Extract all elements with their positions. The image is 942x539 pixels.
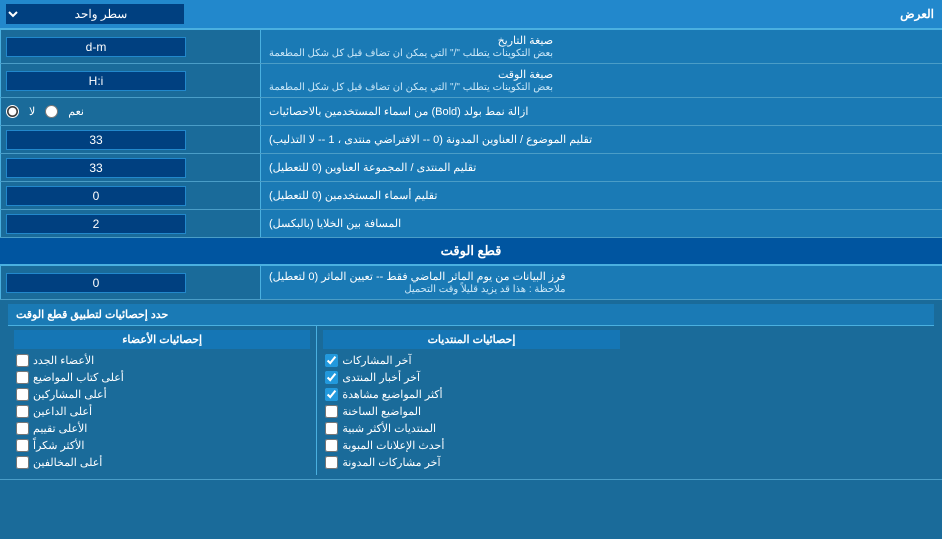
display-mode-select[interactable]: سطر واحد سطران ثلاثة أسطر xyxy=(5,3,185,25)
page-title: العرض xyxy=(260,3,942,25)
checkbox-label: أحدث الإعلانات المبوبة xyxy=(342,439,444,452)
radio-yes-label: نعم xyxy=(68,105,84,118)
checkbox-label: المواضيع الساخنة xyxy=(342,405,421,418)
checkbox-label: آخر المشاركات xyxy=(342,354,411,367)
checkbox-akhir-mosharkaat[interactable] xyxy=(325,354,338,367)
radio-no-label: لا xyxy=(29,105,35,118)
cut-time-days-input[interactable] xyxy=(6,273,186,293)
time-format-input-area xyxy=(0,64,260,97)
checkbox-a3la-taqyeem[interactable] xyxy=(16,422,29,435)
checkbox-label: أعلى المشاركين xyxy=(33,388,107,401)
checkbox-item: المنتديات الأكثر شبية xyxy=(323,420,619,437)
topic-titles-row: تقليم الموضوع / العناوين المدونة (0 -- ا… xyxy=(0,126,942,154)
checkbox-a3la-mosharkeen[interactable] xyxy=(16,388,29,401)
time-format-label: صيغة الوقت بعض التكوينات يتطلب "/" التي … xyxy=(260,64,942,97)
checkboxes-grid: إحصائيات المنتديات آخر المشاركات آخر أخب… xyxy=(8,326,934,475)
header-row: العرض سطر واحد سطران ثلاثة أسطر xyxy=(0,0,942,30)
main-container: العرض سطر واحد سطران ثلاثة أسطر صيغة الت… xyxy=(0,0,942,480)
time-format-row: صيغة الوقت بعض التكوينات يتطلب "/" التي … xyxy=(0,64,942,98)
bold-remove-radio-group: نعم لا xyxy=(6,105,84,118)
date-format-input[interactable] xyxy=(6,37,186,57)
checkbox-akhir-akhbar[interactable] xyxy=(325,371,338,384)
checkbox-item: أعلى كتاب المواضيع xyxy=(14,369,310,386)
checkbox-a3la-da3een[interactable] xyxy=(16,405,29,418)
checkbox-akthar-mawadee3[interactable] xyxy=(325,388,338,401)
checkboxes-col3-header: إحصائيات الأعضاء xyxy=(14,330,310,349)
checkbox-item: آخر المشاركات xyxy=(323,352,619,369)
time-format-input[interactable] xyxy=(6,71,186,91)
checkbox-label: المنتديات الأكثر شبية xyxy=(342,422,436,435)
cell-spacing-input[interactable] xyxy=(6,214,186,234)
header-input-area: سطر واحد سطران ثلاثة أسطر xyxy=(0,0,260,28)
checkbox-a3la-mokhalifeen[interactable] xyxy=(16,456,29,469)
forum-titles-input[interactable] xyxy=(6,158,186,178)
checkbox-label: أكثر المواضيع مشاهدة xyxy=(342,388,442,401)
cut-time-days-input-area xyxy=(0,266,260,299)
checkbox-label: الأعلى تقييم xyxy=(33,422,87,435)
checkbox-ahdath-i3lanat[interactable] xyxy=(325,439,338,452)
checkbox-akhir-mosharkaat-madawana[interactable] xyxy=(325,456,338,469)
checkbox-item: أكثر المواضيع مشاهدة xyxy=(323,386,619,403)
cell-spacing-label: المسافة بين الخلايا (بالبكسل) xyxy=(260,210,942,237)
cut-time-days-label: فرز البيانات من يوم الماثر الماضي فقط --… xyxy=(260,266,942,299)
checkboxes-section: حدد إحصائيات لتطبيق قطع الوقت إحصائيات ا… xyxy=(0,300,942,480)
date-format-label: صيغة التاريخ بعض التكوينات يتطلب "/" الت… xyxy=(260,30,942,63)
topic-titles-input-area xyxy=(0,126,260,153)
checkboxes-col2: إحصائيات المنتديات آخر المشاركات آخر أخب… xyxy=(316,326,625,475)
bold-remove-input-area: نعم لا xyxy=(0,98,260,125)
checkbox-item: آخر أخبار المنتدى xyxy=(323,369,619,386)
checkbox-muntadyat-akthar[interactable] xyxy=(325,422,338,435)
checkbox-label: الأعضاء الجدد xyxy=(33,354,94,367)
usernames-trim-input[interactable] xyxy=(6,186,186,206)
date-format-input-area xyxy=(0,30,260,63)
checkboxes-col2-header: إحصائيات المنتديات xyxy=(323,330,619,349)
checkboxes-col3: إحصائيات الأعضاء الأعضاء الجدد أعلى كتاب… xyxy=(8,326,316,475)
checkbox-item: أحدث الإعلانات المبوبة xyxy=(323,437,619,454)
cut-time-section-header: قطع الوقت xyxy=(0,238,942,266)
forum-titles-input-area xyxy=(0,154,260,181)
checkbox-a3la-kottab[interactable] xyxy=(16,371,29,384)
checkbox-label: آخر مشاركات المدونة xyxy=(342,456,440,469)
checkbox-item: آخر مشاركات المدونة xyxy=(323,454,619,471)
radio-yes[interactable] xyxy=(45,105,58,118)
checkbox-label: أعلى الداعين xyxy=(33,405,92,418)
checkbox-label: أعلى كتاب المواضيع xyxy=(33,371,124,384)
checkbox-label: آخر أخبار المنتدى xyxy=(342,371,420,384)
bold-remove-row: ازالة نمط بولد (Bold) من اسماء المستخدمي… xyxy=(0,98,942,126)
date-format-row: صيغة التاريخ بعض التكوينات يتطلب "/" الت… xyxy=(0,30,942,64)
checkbox-item: أعلى المخالفين xyxy=(14,454,310,471)
checkbox-akthar-shokran[interactable] xyxy=(16,439,29,452)
checkbox-item: أعلى المشاركين xyxy=(14,386,310,403)
cell-spacing-input-area xyxy=(0,210,260,237)
checkbox-item: أعلى الداعين xyxy=(14,403,310,420)
checkbox-item: الأعلى تقييم xyxy=(14,420,310,437)
topic-titles-label: تقليم الموضوع / العناوين المدونة (0 -- ا… xyxy=(260,126,942,153)
checkbox-label: أعلى المخالفين xyxy=(33,456,102,469)
bold-remove-label: ازالة نمط بولد (Bold) من اسماء المستخدمي… xyxy=(260,98,942,125)
checkbox-mawadee3-sakhna[interactable] xyxy=(325,405,338,418)
checkboxes-title: حدد إحصائيات لتطبيق قطع الوقت xyxy=(8,304,934,326)
checkbox-item: الأعضاء الجدد xyxy=(14,352,310,369)
usernames-trim-row: تقليم أسماء المستخدمين (0 للتعطيل) xyxy=(0,182,942,210)
cell-spacing-row: المسافة بين الخلايا (بالبكسل) xyxy=(0,210,942,238)
forum-titles-row: تقليم المنتدى / المجموعة العناوين (0 للت… xyxy=(0,154,942,182)
topic-titles-input[interactable] xyxy=(6,130,186,150)
checkbox-label: الأكثر شكراً xyxy=(33,439,84,452)
forum-titles-label: تقليم المنتدى / المجموعة العناوين (0 للت… xyxy=(260,154,942,181)
cut-time-days-row: فرز البيانات من يوم الماثر الماضي فقط --… xyxy=(0,266,942,300)
radio-no[interactable] xyxy=(6,105,19,118)
usernames-trim-input-area xyxy=(0,182,260,209)
checkboxes-empty-col xyxy=(626,326,934,475)
checkbox-item: المواضيع الساخنة xyxy=(323,403,619,420)
usernames-trim-label: تقليم أسماء المستخدمين (0 للتعطيل) xyxy=(260,182,942,209)
checkbox-item: الأكثر شكراً xyxy=(14,437,310,454)
checkbox-a3daa-jodod[interactable] xyxy=(16,354,29,367)
